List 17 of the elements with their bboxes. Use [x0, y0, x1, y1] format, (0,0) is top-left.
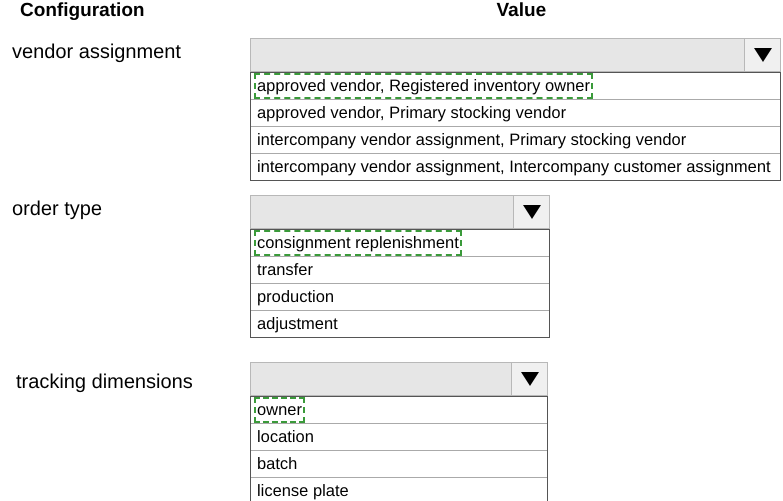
- configuration-label: tracking dimensions: [15, 370, 194, 395]
- dropdown-option[interactable]: production: [254, 284, 338, 310]
- dropdown-option[interactable]: consignment replenishment: [254, 230, 462, 256]
- dropdown-option[interactable]: location: [254, 424, 317, 450]
- dropdown-option[interactable]: owner: [254, 397, 305, 423]
- dropdown-option[interactable]: adjustment: [254, 311, 341, 337]
- dropdown-option[interactable]: transfer: [254, 257, 316, 283]
- dropdown-option[interactable]: approved vendor, Registered inventory owner: [254, 73, 593, 99]
- configuration-label: vendor assignment: [11, 40, 182, 65]
- dropdown-option[interactable]: batch: [254, 451, 300, 477]
- column-header: Value: [496, 0, 546, 22]
- column-header: Configuration: [20, 0, 145, 22]
- dropdown-option[interactable]: approved vendor, Primary stocking vendor: [254, 100, 570, 126]
- dropdown-option[interactable]: intercompany vendor assignment, Primary stocking vendor: [254, 127, 690, 153]
- configuration-label: order type: [11, 197, 104, 222]
- dropdown-option[interactable]: intercompany vendor assignment, Intercompany customer assignment: [254, 154, 774, 180]
- dropdown-option[interactable]: license plate: [254, 478, 352, 501]
